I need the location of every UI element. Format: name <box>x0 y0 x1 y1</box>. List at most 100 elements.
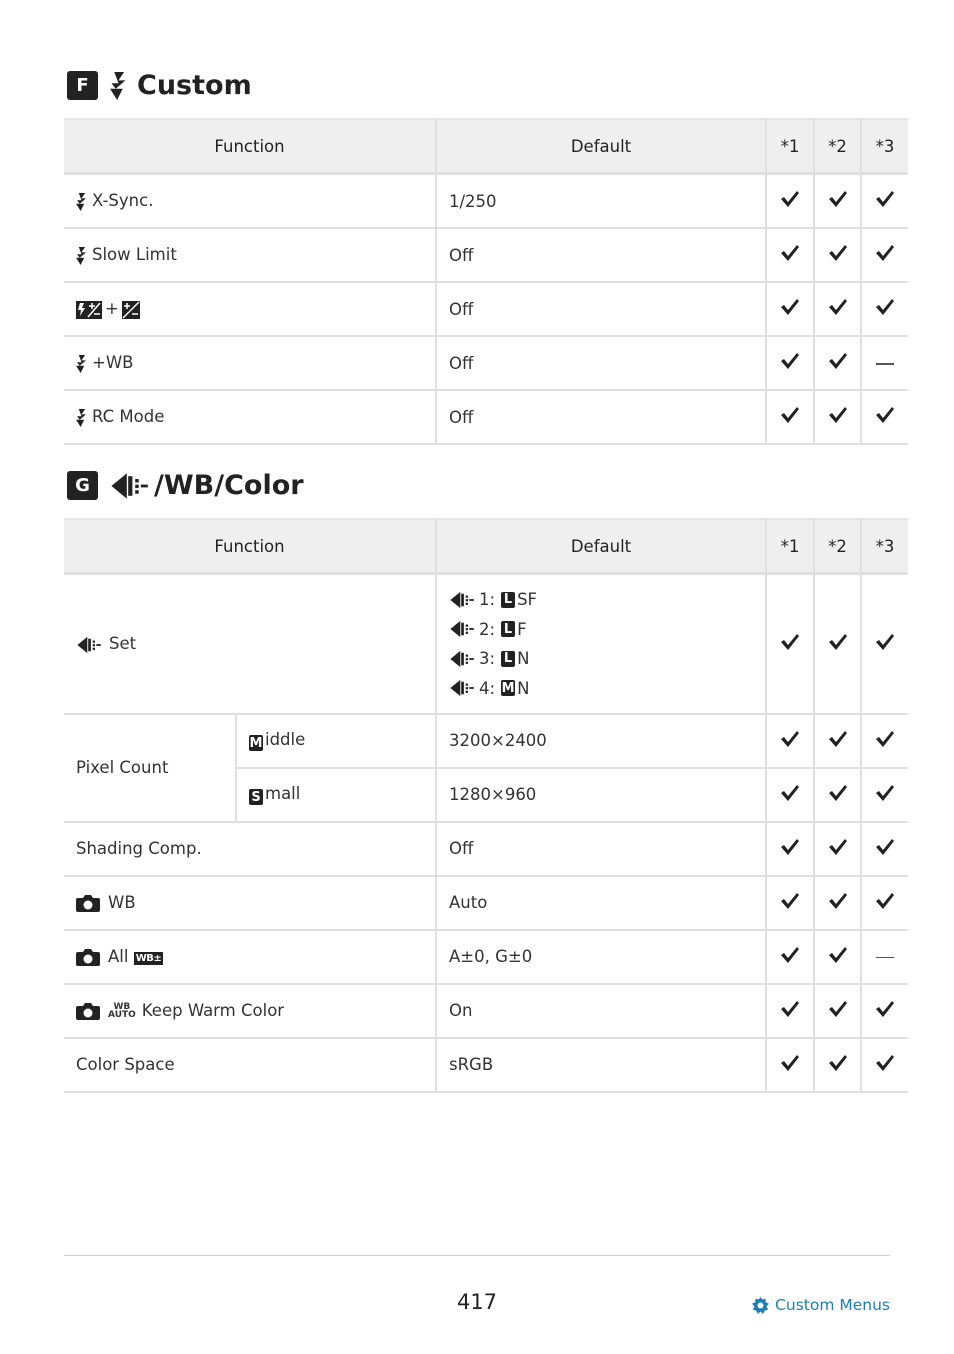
table-row: +WB Off <box>64 336 908 391</box>
mode-1-cell <box>766 875 815 931</box>
default-cell: 1: L SF 2: L F 3: L N 4: M N <box>436 573 767 715</box>
function-cell: WB AUTO Keep Warm Color <box>64 983 437 1039</box>
quality-label: SF <box>517 590 538 609</box>
default-cell: 1/250 <box>436 173 767 229</box>
default-cell: Auto <box>436 875 767 931</box>
mode-1-cell <box>766 821 815 877</box>
size-badge: M <box>249 735 263 752</box>
function-label: Color Space <box>76 1055 175 1074</box>
camera-icon <box>76 948 100 966</box>
function-label: Keep Warm Color <box>141 1000 285 1020</box>
function-label: RC Mode <box>92 407 165 427</box>
image-quality-icon <box>110 472 152 500</box>
check-icon <box>875 298 895 316</box>
header-default: Default <box>436 518 767 575</box>
check-icon <box>780 1054 800 1072</box>
header-function: Function <box>64 518 437 575</box>
size-cell: Middle <box>236 713 437 769</box>
function-label: Slow Limit <box>92 245 177 265</box>
mode-3-cell <box>861 573 908 715</box>
flash-icon <box>76 355 87 373</box>
mode-2-cell <box>814 767 862 823</box>
header-mode-2: *2 <box>814 518 862 575</box>
quality-setting-line: 1: L SF <box>449 585 753 615</box>
mode-1-cell <box>766 929 815 985</box>
table-row: WB AUTO Keep Warm Color On <box>64 983 908 1039</box>
quality-setting-line: 4: M N <box>449 673 753 703</box>
image-quality-icon <box>449 650 477 668</box>
size-badge: M <box>501 680 516 696</box>
check-icon <box>828 730 848 748</box>
default-cell: Off <box>436 821 767 877</box>
function-label: +WB <box>92 353 134 373</box>
function-cell: Shading Comp. <box>64 821 437 877</box>
wb-comp-icon: WB± <box>133 951 164 965</box>
default-cell: 3200×2400 <box>436 713 767 769</box>
default-cell: Off <box>436 390 767 445</box>
check-icon <box>875 1000 895 1018</box>
image-quality-wb-color-table: Function Default *1 *2 *3 Set 1: L SF 2: L F 3… <box>64 518 908 1093</box>
mode-3-cell <box>861 228 908 283</box>
check-icon <box>828 1054 848 1072</box>
mode-1-cell <box>766 390 815 445</box>
check-icon <box>828 838 848 856</box>
section-g-title: G /WB/Color <box>67 470 304 501</box>
table-row-pixel-count: Pixel Count Middle 3200×2400 <box>64 713 908 823</box>
custom-menus-label[interactable]: Custom Menus <box>775 1296 890 1314</box>
mode-3-cell <box>861 983 908 1039</box>
mode-1-cell <box>766 173 815 229</box>
check-icon <box>780 298 800 316</box>
wb-auto-icon: WB AUTO <box>108 1002 136 1021</box>
function-label: WB <box>108 892 136 912</box>
mode-3-cell <box>861 1037 908 1093</box>
check-icon <box>875 1054 895 1072</box>
default-cell: Off <box>436 228 767 283</box>
check-icon <box>875 730 895 748</box>
custom-menus-link[interactable]: Custom Menus <box>752 1296 890 1314</box>
check-icon <box>828 406 848 424</box>
check-icon <box>875 244 895 262</box>
check-icon <box>875 406 895 424</box>
check-icon <box>828 892 848 910</box>
header-mode-1: *1 <box>766 518 815 575</box>
mode-2-cell <box>814 983 862 1039</box>
section-g-heading: /WB/Color <box>154 470 304 501</box>
image-quality-icon <box>76 636 104 654</box>
default-cell: On <box>436 983 767 1039</box>
function-cell: + <box>64 282 437 337</box>
table-row: All WB± A±0, G±0 <box>64 929 908 985</box>
mode-2-cell <box>814 173 862 229</box>
setting-number: 3: <box>479 649 496 668</box>
mode-3-cell <box>861 875 908 931</box>
header-mode-1: *1 <box>766 118 815 175</box>
header-mode-3: *3 <box>861 518 908 575</box>
mode-2-cell <box>814 713 862 769</box>
check-icon <box>780 946 800 964</box>
function-label: All <box>108 946 129 966</box>
default-cell: Off <box>436 336 767 391</box>
check-icon <box>875 190 895 208</box>
pixel-count-cell: Pixel Count <box>64 713 237 823</box>
table-header-row: Function Default *1 *2 *3 <box>64 518 908 575</box>
quality-label: F <box>517 619 527 639</box>
mode-3-cell <box>861 282 908 337</box>
quality-setting-line: 2: L F <box>449 614 753 644</box>
size-badge: L <box>501 621 516 637</box>
function-cell: Slow Limit <box>64 228 437 283</box>
section-f-title: F Custom <box>67 70 252 101</box>
header-default: Default <box>436 118 767 175</box>
gear-icon <box>752 1297 769 1314</box>
mode-2-cell <box>814 929 862 985</box>
default-cell: sRGB <box>436 1037 767 1093</box>
check-icon <box>780 406 800 424</box>
function-label: Shading Comp. <box>76 839 202 858</box>
function-cell: Set <box>64 573 437 715</box>
dash-icon <box>876 956 894 959</box>
function-cell: RC Mode <box>64 390 437 445</box>
size-label: mall <box>265 783 301 803</box>
table-row: RC Mode Off <box>64 390 908 445</box>
mode-2-cell <box>814 282 862 337</box>
check-icon <box>780 892 800 910</box>
default-cell: 1280×960 <box>436 767 767 823</box>
size-label: iddle <box>265 729 306 749</box>
